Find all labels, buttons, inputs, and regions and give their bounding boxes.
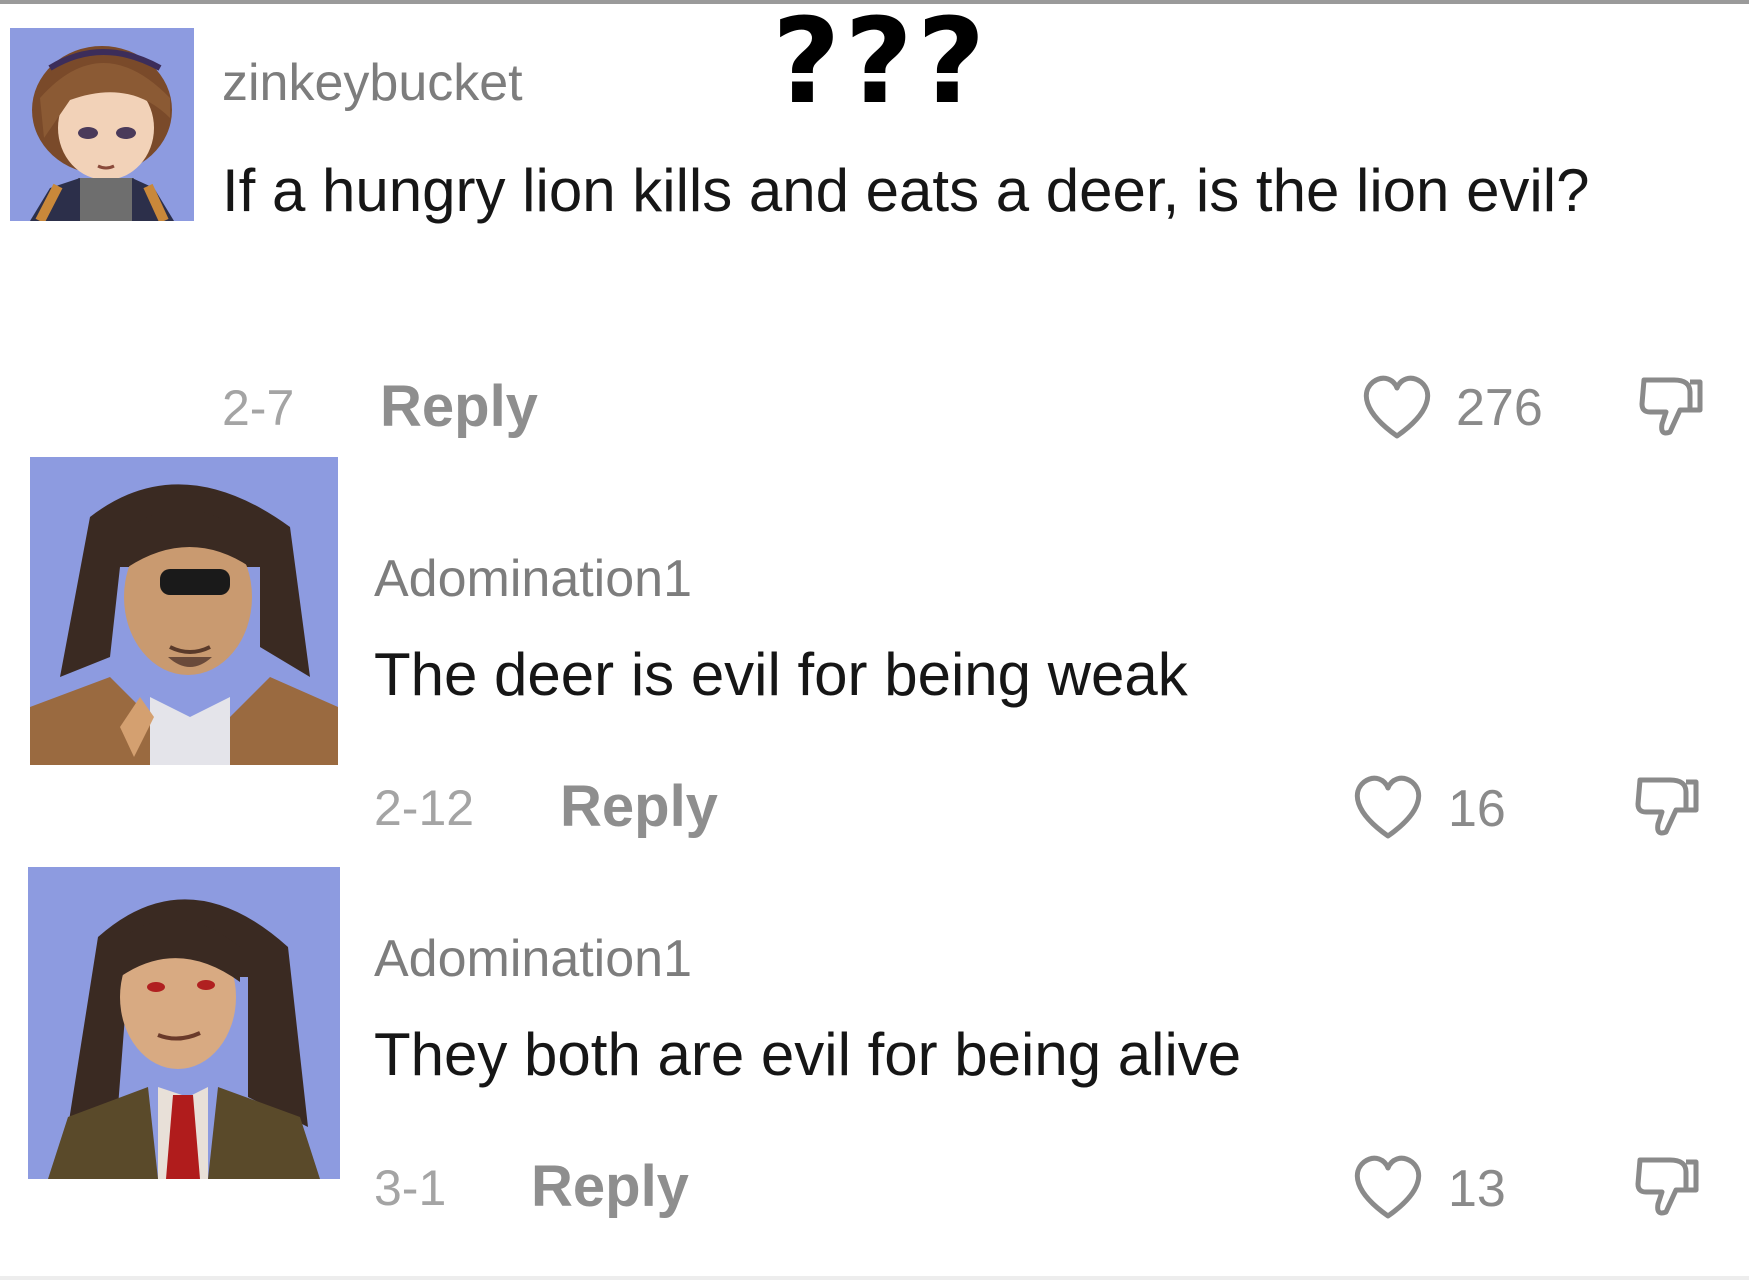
comment-text: They both are evil for being alive [374,1021,1242,1088]
reply-button[interactable]: Reply [380,378,538,436]
comment-text: If a hungry lion kills and eats a deer, … [222,157,1590,224]
reply-button[interactable]: Reply [531,1158,689,1216]
comment-item: Adomination1 The deer is evil for being … [0,445,1749,840]
thumbs-down-icon[interactable] [1630,770,1704,844]
username[interactable]: Adomination1 [374,933,692,985]
thumbs-down-icon[interactable] [1630,1150,1704,1224]
heart-outline-icon[interactable] [1357,372,1437,442]
thumbs-down-icon[interactable] [1634,370,1708,444]
username[interactable]: Adomination1 [374,553,692,605]
comment-date: 3-1 [374,1160,447,1216]
comment-text: The deer is evil for being weak [374,641,1188,708]
reply-button[interactable]: Reply [560,778,718,836]
avatar[interactable] [10,28,194,221]
comment-item: Adomination1 They both are evil for bein… [0,840,1749,1275]
comment-date: 2-12 [374,780,475,836]
heart-outline-icon[interactable] [1348,772,1428,842]
avatar[interactable] [30,457,338,765]
like-count: 13 [1448,1160,1506,1218]
like-count: 276 [1456,379,1543,437]
comment-item: zinkeybucket If a hungry lion kills and … [0,0,1749,445]
avatar[interactable] [28,867,340,1179]
comment-date: 2-7 [222,380,295,436]
bottom-divider [0,1276,1749,1280]
username[interactable]: zinkeybucket [222,57,523,109]
like-count: 16 [1448,780,1506,838]
heart-outline-icon[interactable] [1348,1152,1428,1222]
